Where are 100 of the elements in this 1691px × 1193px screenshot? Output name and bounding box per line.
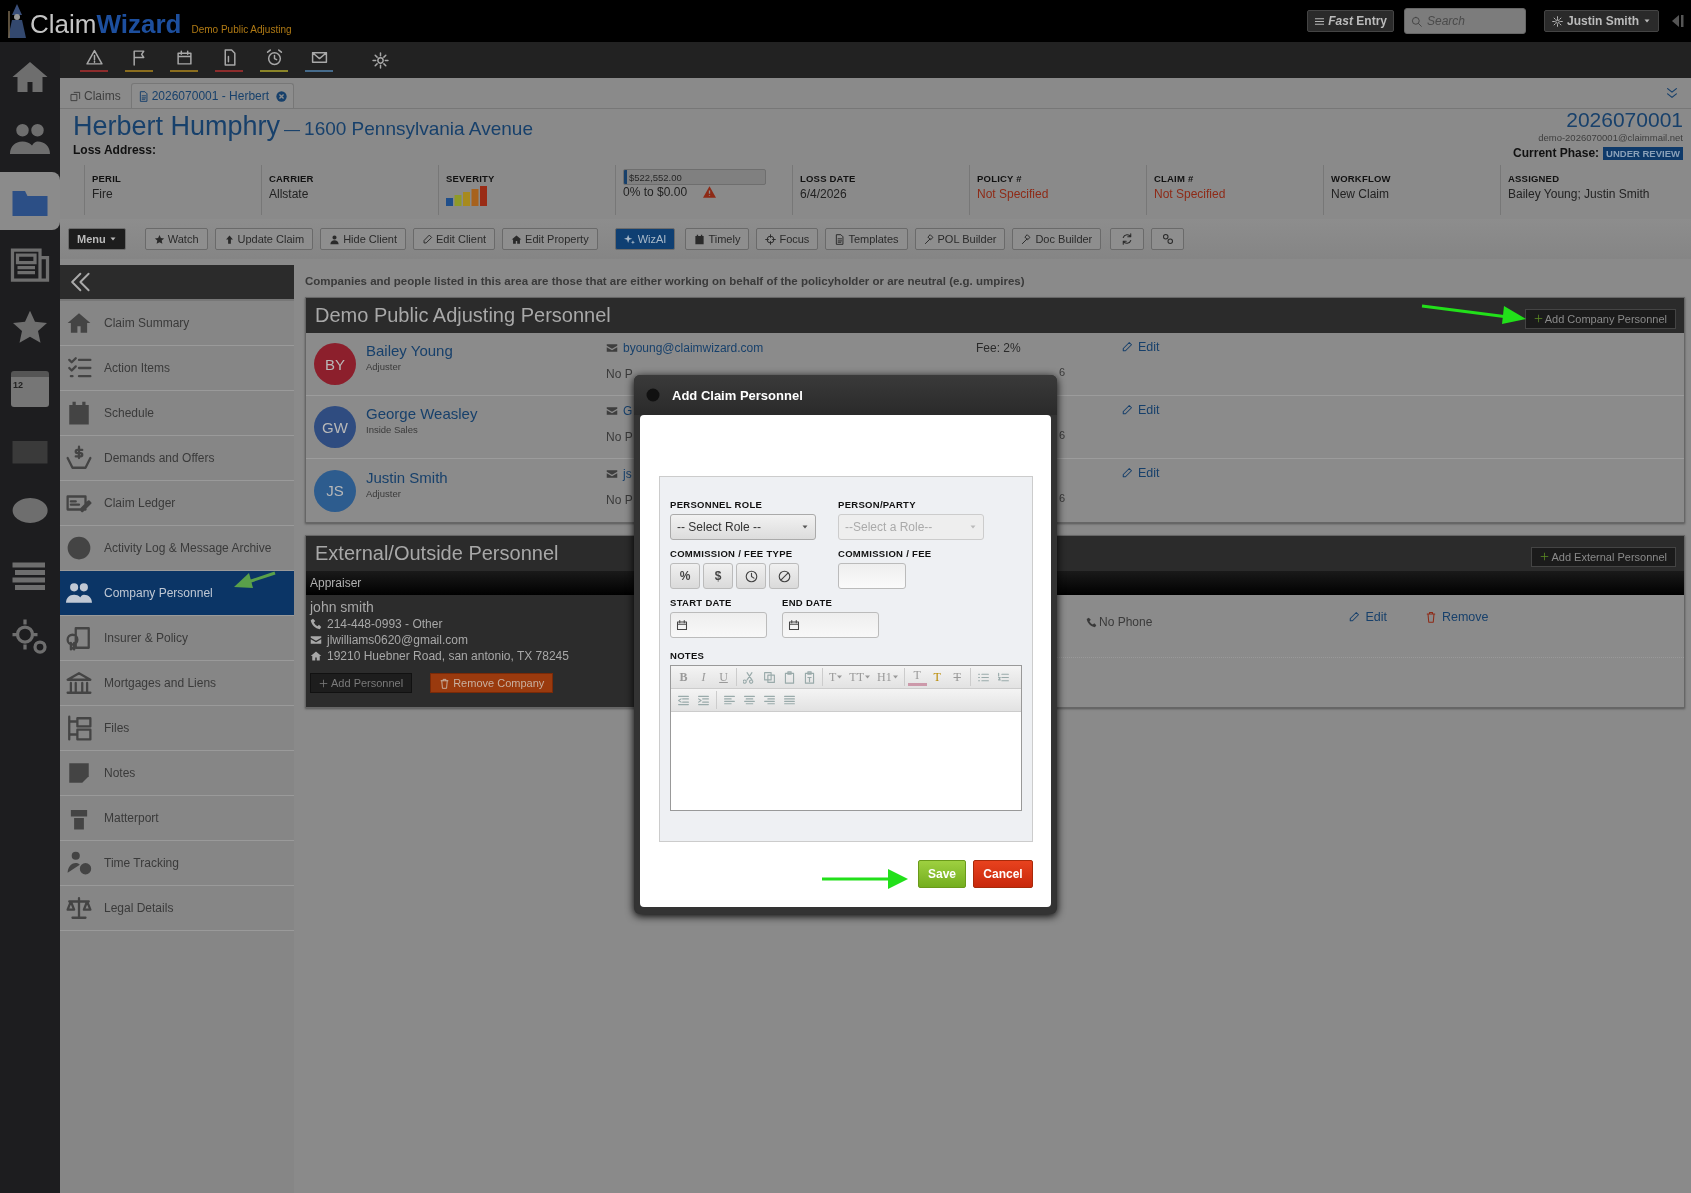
- link-button[interactable]: [1151, 228, 1185, 250]
- edit-link[interactable]: Edit: [1348, 610, 1387, 624]
- toolbar-button[interactable]: Hide Client: [320, 228, 406, 250]
- toolbar-button[interactable]: POL Builder: [914, 228, 1006, 250]
- hourly-button[interactable]: [736, 563, 766, 589]
- sidebar-item[interactable]: Action Items: [60, 346, 294, 391]
- property-address: 1600 Pennsylvania Avenue: [304, 118, 533, 140]
- client-name: Herbert Humphry: [73, 111, 281, 142]
- sidebar-item[interactable]: Matterport: [60, 796, 294, 841]
- settings-icon: [371, 51, 389, 69]
- person-name[interactable]: Bailey Young: [366, 342, 453, 359]
- claim-tab[interactable]: 2026070001 - Herbert: [130, 83, 295, 108]
- sidebar-item[interactable]: Company Personnel: [60, 571, 294, 616]
- editor-tool[interactable]: T: [947, 669, 967, 685]
- fast-entry-button[interactable]: Fast Entry: [1307, 10, 1394, 32]
- sidebar-item[interactable]: Files: [60, 706, 294, 751]
- bank-icon: [66, 670, 92, 696]
- phone-icon: [1086, 616, 1097, 628]
- refresh-button[interactable]: [1110, 228, 1145, 250]
- edit-link[interactable]: Edit: [1121, 340, 1160, 354]
- toolbar-button[interactable]: Watch: [144, 228, 208, 250]
- toolbar-button[interactable]: Timely: [685, 228, 750, 250]
- edit-link[interactable]: Edit: [1121, 403, 1160, 417]
- align-center-icon: [743, 693, 756, 707]
- add-external-personnel-button[interactable]: Add External Personnel: [1531, 546, 1676, 567]
- sidebar-item[interactable]: Notes: [60, 751, 294, 796]
- remove-link[interactable]: Remove: [1424, 610, 1489, 624]
- person-name[interactable]: George Weasley: [366, 405, 478, 422]
- clipboard-icon: [803, 670, 816, 684]
- sidebar-item[interactable]: Claim Ledger: [60, 481, 294, 526]
- field-value: Bailey Young; Justin Smith: [1508, 187, 1651, 201]
- toolbar-button[interactable]: Focus: [756, 228, 819, 250]
- fee-input[interactable]: [838, 563, 906, 589]
- hands-dollar-icon: [66, 445, 92, 471]
- menu-button[interactable]: Menu: [68, 228, 126, 250]
- person-email[interactable]: G: [623, 404, 633, 418]
- contact-phone: 214-448-0993 - Other: [327, 617, 443, 631]
- person-name[interactable]: Justin Smith: [366, 468, 448, 486]
- sidebar-item[interactable]: Demands and Offers: [60, 436, 294, 481]
- caret-icon: [865, 675, 870, 679]
- rail-item[interactable]: 12: [0, 358, 60, 420]
- edit-link[interactable]: Edit: [1121, 466, 1160, 480]
- user-menu-button[interactable]: Justin Smith: [1544, 10, 1659, 32]
- scissors-icon: [743, 670, 756, 684]
- estimate-range: 0% to $0.00: [623, 185, 688, 199]
- sidebar-item[interactable]: Schedule: [60, 391, 294, 436]
- start-date-field[interactable]: [670, 612, 767, 638]
- sidebar-item[interactable]: Legal Details: [60, 886, 294, 931]
- person-email[interactable]: byoung@claimwizard.com: [623, 341, 764, 355]
- editor-tool[interactable]: U: [714, 669, 733, 685]
- align-right-icon: [763, 693, 776, 707]
- editor-tool[interactable]: T: [927, 669, 947, 685]
- editor-tool[interactable]: I: [694, 669, 713, 685]
- field-label: NOTES: [670, 650, 706, 661]
- remove-company-button[interactable]: Remove Company: [430, 673, 554, 693]
- editor-tool[interactable]: H1: [874, 669, 901, 685]
- refresh-icon: [1121, 233, 1134, 245]
- quick-document-button[interactable]: [213, 46, 245, 74]
- editor-tool[interactable]: T: [826, 669, 846, 685]
- plus-icon: [1533, 314, 1543, 323]
- role-select[interactable]: -- Select Role --: [670, 514, 816, 540]
- claim-tab[interactable]: Claims: [64, 84, 127, 108]
- phase-label: Current Phase:: [1513, 146, 1600, 160]
- close-icon[interactable]: [276, 90, 288, 102]
- editor-tool[interactable]: B: [674, 669, 693, 685]
- toolbar-button[interactable]: WizAI: [614, 228, 676, 250]
- editor-tool[interactable]: T: [907, 668, 927, 686]
- sidebar-item[interactable]: Mortgages and Liens: [60, 661, 294, 706]
- field-label: PERSONNEL ROLE: [670, 499, 764, 510]
- copy-icon: [763, 670, 776, 684]
- no-fee-button[interactable]: [769, 563, 799, 589]
- person-role: Adjuster: [366, 361, 402, 372]
- sidebar-item[interactable]: Insurer & Policy: [60, 616, 294, 661]
- toolbar-button[interactable]: Doc Builder: [1012, 228, 1102, 250]
- crosshair-icon: [765, 233, 777, 245]
- toolbar-button[interactable]: Templates: [825, 228, 908, 250]
- toolbar-button[interactable]: Edit Property: [502, 228, 598, 250]
- add-personnel-button[interactable]: Add Personnel: [310, 673, 413, 693]
- field-label: COMMISSION / FEE: [838, 548, 933, 559]
- person-date: 6: [1059, 366, 1066, 378]
- dash-separator: —: [284, 121, 301, 139]
- sidebar-item[interactable]: Time Tracking: [60, 841, 294, 886]
- rail-item[interactable]: [0, 172, 60, 230]
- fee-type-button[interactable]: $: [703, 563, 733, 589]
- hammer-icon: [1021, 233, 1033, 245]
- dialog-dot-icon: [646, 388, 660, 402]
- toolbar-button[interactable]: Edit Client: [412, 228, 496, 250]
- add-company-personnel-button[interactable]: Add Company Personnel: [1524, 308, 1676, 329]
- cancel-button[interactable]: Cancel: [973, 860, 1033, 888]
- pencil-icon: [1348, 611, 1361, 623]
- editor-tool[interactable]: TT: [846, 669, 873, 685]
- end-date-field[interactable]: [782, 612, 879, 638]
- field-label: PERSON/PARTY: [838, 499, 917, 510]
- envelope-icon: [606, 342, 618, 354]
- person-email[interactable]: js: [623, 467, 632, 481]
- sidebar-item[interactable]: Claim Summary: [60, 301, 294, 346]
- save-button[interactable]: Save: [918, 860, 966, 888]
- quick-alarm-clock-button[interactable]: [258, 46, 290, 74]
- toolbar-button[interactable]: Update Claim: [214, 228, 314, 250]
- fee-type-button[interactable]: %: [670, 563, 700, 589]
